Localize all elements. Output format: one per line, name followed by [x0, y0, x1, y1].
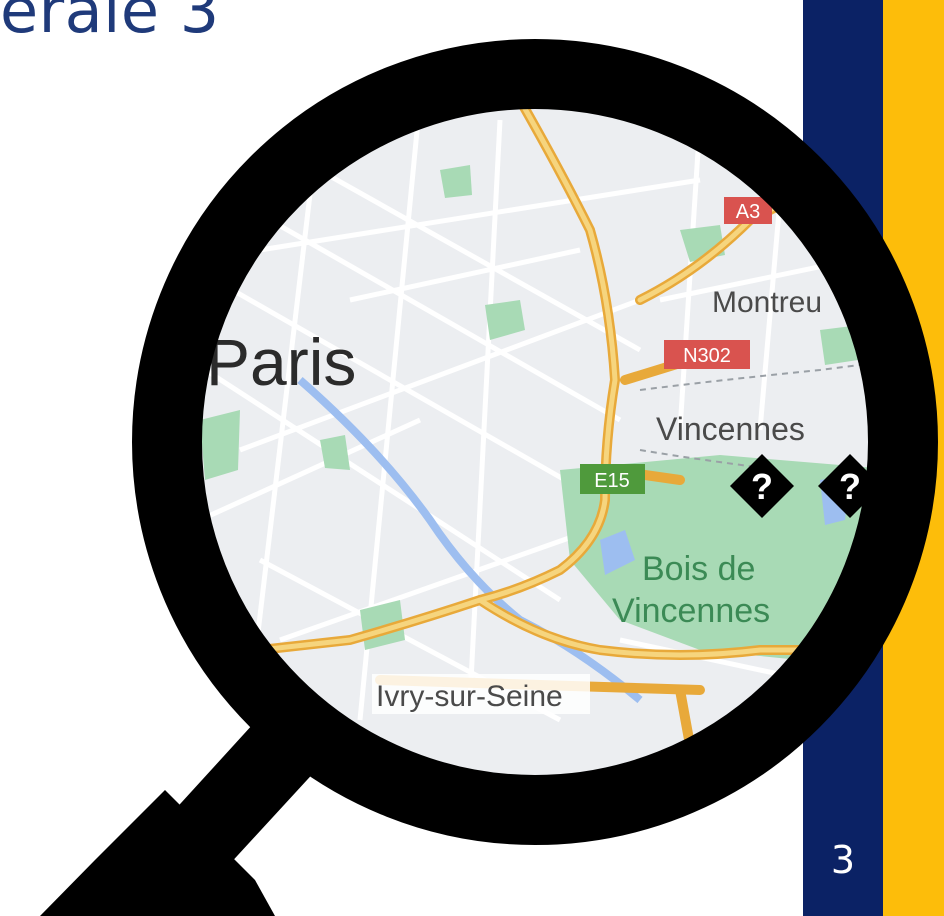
- page-number: 3: [830, 838, 856, 882]
- magnifier-handle: [40, 700, 330, 916]
- map-label-bois-de: Bois de: [642, 550, 755, 588]
- map-label-ivry: Ivry-sur-Seine: [376, 680, 563, 713]
- svg-text:?: ?: [751, 466, 773, 507]
- route-badge-a3: A3: [724, 197, 772, 224]
- svg-text:?: ?: [839, 466, 861, 507]
- route-badge-e15: E15: [580, 464, 645, 494]
- map-label-vincennes: Vincennes: [656, 411, 805, 447]
- svg-text:E15: E15: [594, 470, 630, 492]
- magnifying-glass-illustration: A3 N302 E15 Paris Montreu Vincennes Bois…: [40, 39, 938, 916]
- svg-text:A3: A3: [736, 201, 760, 223]
- map-label-bois-vincennes: Vincennes: [612, 592, 770, 630]
- map-label-montreuil: Montreu: [712, 286, 822, 319]
- map-label-paris: Paris: [206, 325, 356, 399]
- svg-text:N302: N302: [683, 345, 731, 367]
- route-badge-n302: N302: [664, 340, 750, 369]
